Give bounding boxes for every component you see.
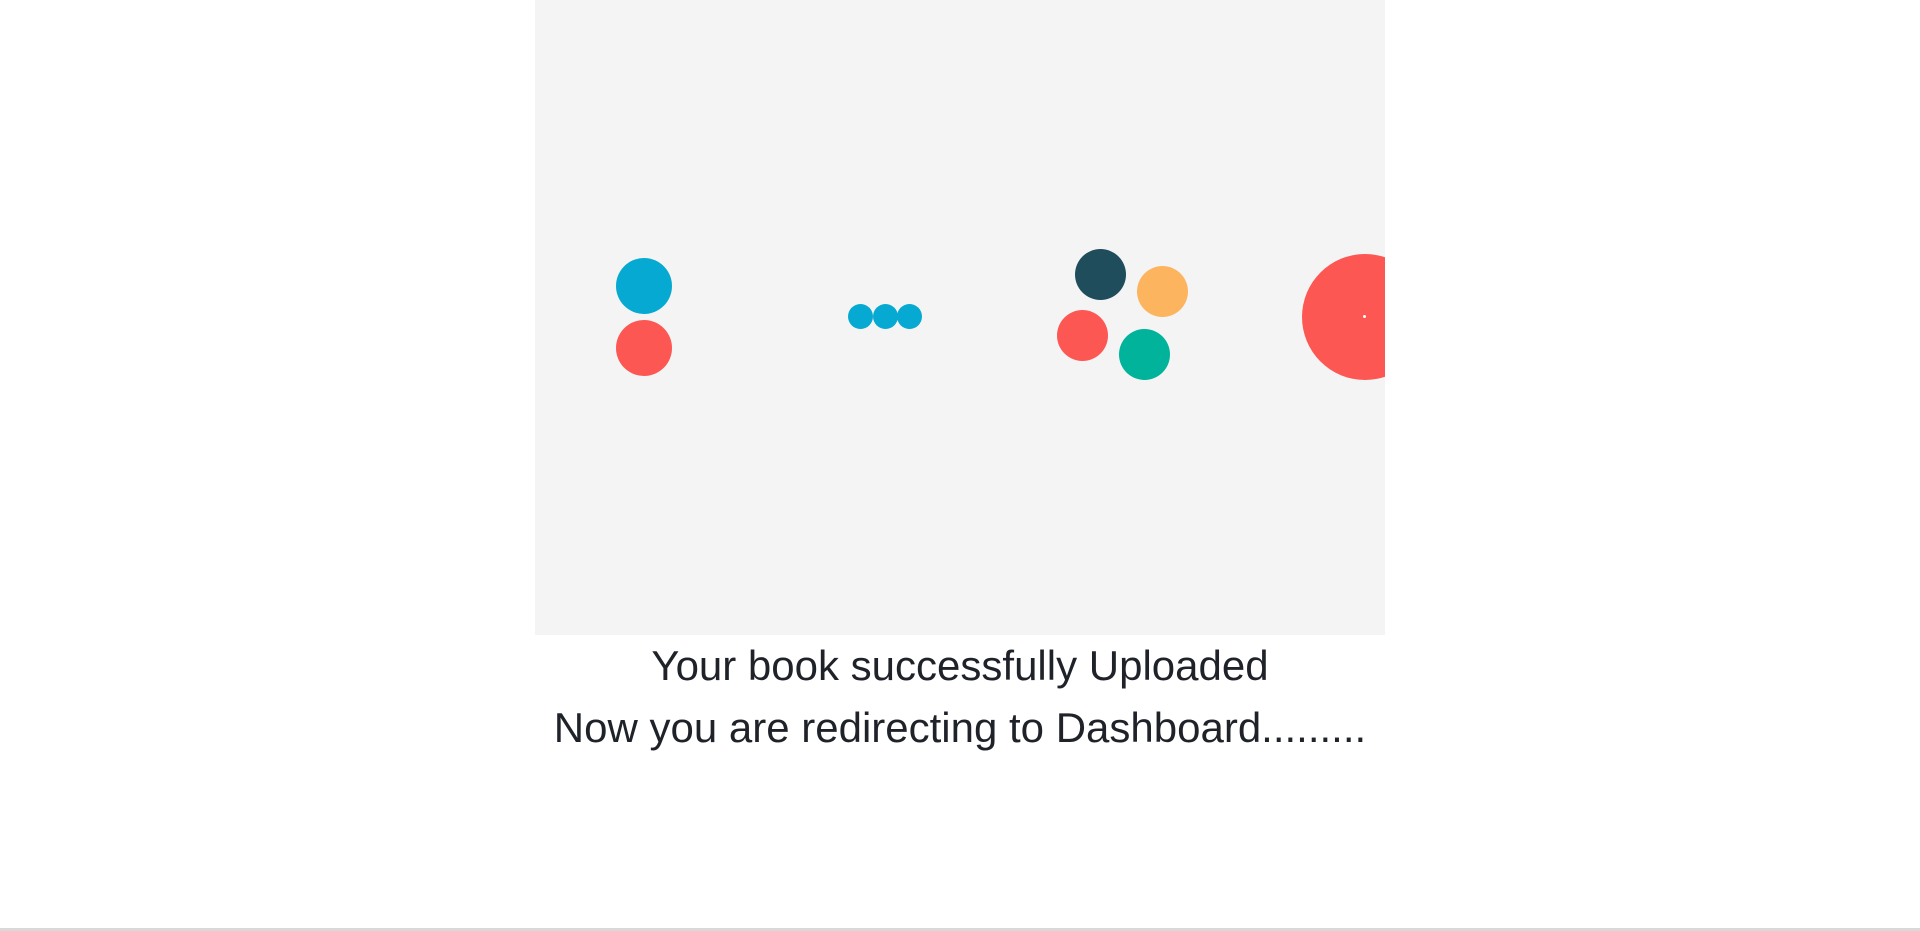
upload-status-message: Your book successfully Uploaded Now you …	[535, 635, 1385, 759]
dark-teal-dot	[1075, 249, 1126, 300]
red-dot	[616, 320, 672, 376]
small-blue-dot	[848, 304, 873, 329]
orange-dot	[1137, 266, 1188, 317]
pulse-center-pip	[1363, 315, 1366, 318]
loader-animation-panel	[535, 0, 1385, 635]
upload-success-text: Your book successfully Uploaded	[651, 642, 1269, 689]
small-blue-dot	[897, 304, 922, 329]
green-dot	[1119, 329, 1170, 380]
redirect-notice-text: Now you are redirecting to Dashboard....…	[553, 704, 1367, 751]
red-dot	[1057, 310, 1108, 361]
blue-dot	[616, 258, 672, 314]
large-red-circle	[1302, 254, 1385, 380]
upload-success-page: Your book successfully Uploaded Now you …	[0, 0, 1920, 931]
small-blue-dot	[873, 304, 898, 329]
